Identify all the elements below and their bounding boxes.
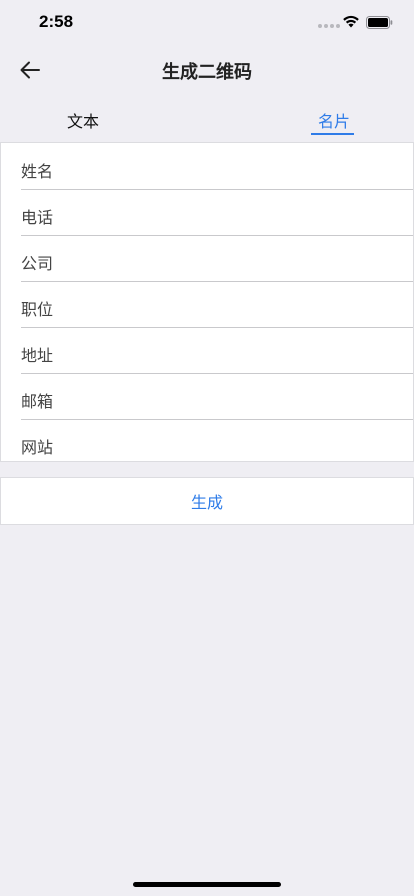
email-input[interactable]: [21, 373, 413, 419]
cellular-signal-icon: [318, 24, 340, 28]
phone-field-row: [21, 189, 413, 236]
navigation-bar: 生成二维码: [0, 44, 414, 96]
tab-text[interactable]: 文本: [67, 108, 99, 132]
company-input[interactable]: [21, 235, 413, 281]
name-field-row: [21, 143, 413, 190]
page-title: 生成二维码: [162, 62, 252, 83]
tab-business-card[interactable]: 名片: [318, 108, 350, 132]
website-field-row: [21, 419, 413, 465]
tab-bar: 文本 名片: [0, 102, 414, 140]
active-tab-indicator: [311, 133, 354, 135]
status-bar: 2:58: [0, 0, 414, 44]
generate-button-label: 生成: [190, 493, 223, 512]
phone-input[interactable]: [21, 189, 413, 235]
business-card-form: [0, 142, 414, 465]
address-field-row: [21, 327, 413, 374]
battery-icon: [366, 16, 393, 29]
home-indicator: [133, 882, 281, 887]
job-title-field-row: [21, 281, 413, 328]
job-title-input[interactable]: [21, 281, 413, 327]
email-field-row: [21, 373, 413, 420]
generate-button[interactable]: 生成: [0, 477, 414, 525]
website-input[interactable]: [21, 419, 413, 465]
status-time: 2:58: [39, 12, 74, 31]
address-input[interactable]: [21, 327, 413, 373]
name-input[interactable]: [21, 143, 413, 189]
wifi-icon: [343, 15, 359, 28]
company-field-row: [21, 235, 413, 282]
